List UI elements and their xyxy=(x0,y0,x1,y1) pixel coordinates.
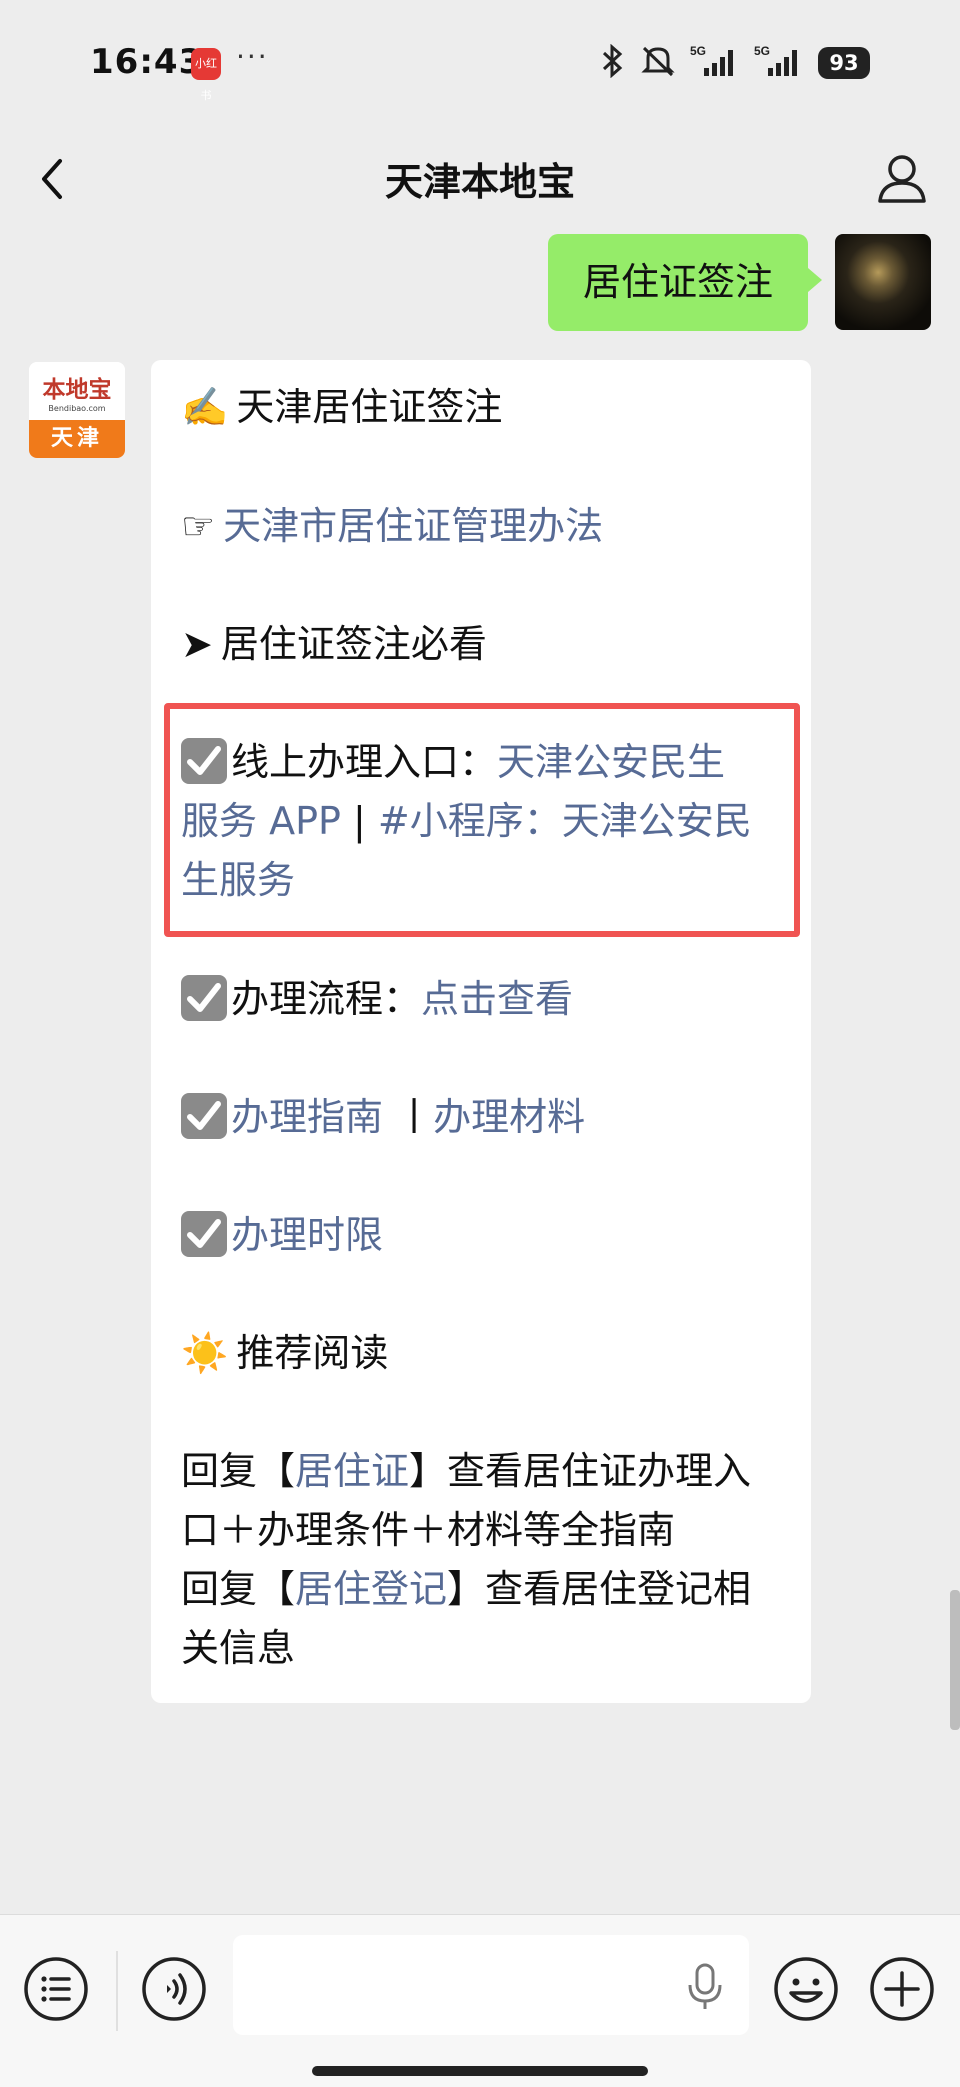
bot-avatar-logo-area: 本地宝 Bendibao.com xyxy=(29,362,125,420)
app-link[interactable]: 天津公安民生 xyxy=(497,740,725,784)
bot-avatar-url: Bendibao.com xyxy=(48,404,106,413)
menu-button[interactable] xyxy=(22,1955,90,2023)
mute-icon xyxy=(640,44,676,82)
emoji-icon xyxy=(774,1957,838,2021)
recommend-heading: 推荐阅读 xyxy=(236,1331,389,1375)
reply1-prefix: 回复【 xyxy=(181,1449,296,1493)
mini-program-link[interactable]: #小程序：天津公安民 xyxy=(378,799,752,843)
signal-icon: 5G xyxy=(690,44,740,82)
mic-icon[interactable] xyxy=(685,1961,725,2011)
guide-line: 办理指南 丨办理材料 xyxy=(181,1088,585,1147)
profile-icon xyxy=(878,155,926,203)
link-separator: | xyxy=(340,799,378,843)
guide-separator: 丨 xyxy=(383,1095,434,1139)
bot-avatar-city: 天津 xyxy=(29,420,125,458)
reply2-line-1: 回复【居住登记】查看居住登记相 xyxy=(181,1560,751,1619)
my-avatar[interactable] xyxy=(835,234,931,330)
input-bar xyxy=(0,1914,960,2087)
pointing-hand-icon: ☞ xyxy=(181,504,216,548)
profile-button[interactable] xyxy=(870,147,934,211)
process-label: 办理流程： xyxy=(231,977,422,1021)
bot-message-bubble: ✍️ 天津居住证签注 ☞ 天津市居住证管理办法 ➤ 居住证签注必看 线上办理入口：天津… xyxy=(151,360,811,1703)
bluetooth-icon xyxy=(600,43,626,82)
recommend-line: ☀️ 推荐阅读 xyxy=(181,1324,388,1383)
writing-hand-icon: ✍️ xyxy=(181,385,229,429)
checkbox-icon xyxy=(181,737,227,784)
checkbox-icon xyxy=(181,1092,227,1139)
sun-icon: ☀️ xyxy=(181,1331,229,1375)
checkbox-icon xyxy=(181,974,227,1021)
timelimit-link[interactable]: 办理时限 xyxy=(231,1213,383,1257)
reply2-prefix: 回复【 xyxy=(181,1567,296,1611)
voice-icon xyxy=(142,1957,206,2021)
more-notifications-icon: ··· xyxy=(236,40,269,73)
reply2-keyword[interactable]: 居住登记 xyxy=(295,1567,447,1611)
voice-button[interactable] xyxy=(140,1955,208,2023)
rules-link[interactable]: 天津市居住证管理办法 xyxy=(223,504,603,548)
online-entry-line-2: 服务 APP | #小程序：天津公安民 xyxy=(181,792,752,851)
input-divider xyxy=(116,1951,118,2031)
must-read-line: ➤ 居住证签注必看 xyxy=(181,615,487,674)
battery-indicator: 93 xyxy=(818,47,870,79)
checkbox-icon xyxy=(181,1210,227,1257)
message-title-line: ✍️ 天津居住证签注 xyxy=(181,378,502,437)
timelimit-line: 办理时限 xyxy=(181,1206,383,1265)
reply1-line-1: 回复【居住证】查看居住证办理入 xyxy=(181,1442,751,1501)
app-link-cont[interactable]: 服务 APP xyxy=(181,799,341,843)
reply1-line-2: 口＋办理条件＋材料等全指南 xyxy=(181,1501,675,1560)
online-entry-label: 线上办理入口： xyxy=(231,740,498,784)
scrollbar[interactable] xyxy=(950,1590,960,1730)
chat-header: 天津本地宝 xyxy=(0,125,960,235)
guide-link[interactable]: 办理指南 xyxy=(231,1095,383,1139)
arrow-icon: ➤ xyxy=(181,622,213,666)
message-title: 天津居住证签注 xyxy=(236,385,503,429)
reply1-keyword[interactable]: 居住证 xyxy=(295,1449,409,1493)
menu-list-icon xyxy=(24,1957,88,2021)
reply2-line2: 关信息 xyxy=(181,1626,296,1670)
process-link[interactable]: 点击查看 xyxy=(421,977,573,1021)
reply1-suffix: 】查看居住证办理入 xyxy=(409,1449,752,1493)
online-entry-line-3: 生服务 xyxy=(181,851,295,910)
status-icons: 5G 5G 93 xyxy=(600,43,870,82)
home-indicator[interactable] xyxy=(312,2066,648,2076)
plus-icon xyxy=(870,1957,934,2021)
network-label-1: 5G xyxy=(690,44,706,58)
status-bar: 16:43 小红书 ··· 5G 5G 93 xyxy=(0,0,960,125)
add-button[interactable] xyxy=(868,1955,936,2023)
bot-avatar[interactable]: 本地宝 Bendibao.com 天津 xyxy=(29,362,125,458)
emoji-button[interactable] xyxy=(772,1955,840,2023)
status-time: 16:43 xyxy=(90,42,204,82)
online-entry-line-1: 线上办理入口：天津公安民生 xyxy=(181,733,725,792)
rules-line: ☞ 天津市居住证管理办法 xyxy=(181,497,603,556)
notification-app-icon: 小红书 xyxy=(191,48,221,102)
signal-icon-2: 5G xyxy=(754,44,804,82)
my-message-bubble[interactable]: 居住证签注 xyxy=(548,234,822,331)
reply2-suffix: 】查看居住登记相 xyxy=(447,1567,752,1611)
mini-program-link-cont[interactable]: 生服务 xyxy=(181,858,295,902)
reply1-line2: 口＋办理条件＋材料等全指南 xyxy=(181,1508,676,1552)
chat-title: 天津本地宝 xyxy=(384,160,575,204)
process-line: 办理流程：点击查看 xyxy=(181,970,573,1029)
materials-link[interactable]: 办理材料 xyxy=(433,1095,585,1139)
message-input[interactable] xyxy=(233,1935,749,2035)
reply2-line-2: 关信息 xyxy=(181,1619,295,1678)
bot-avatar-logo: 本地宝 xyxy=(42,376,112,403)
network-label-2: 5G xyxy=(754,44,770,58)
must-read-heading: 居住证签注必看 xyxy=(220,622,487,666)
